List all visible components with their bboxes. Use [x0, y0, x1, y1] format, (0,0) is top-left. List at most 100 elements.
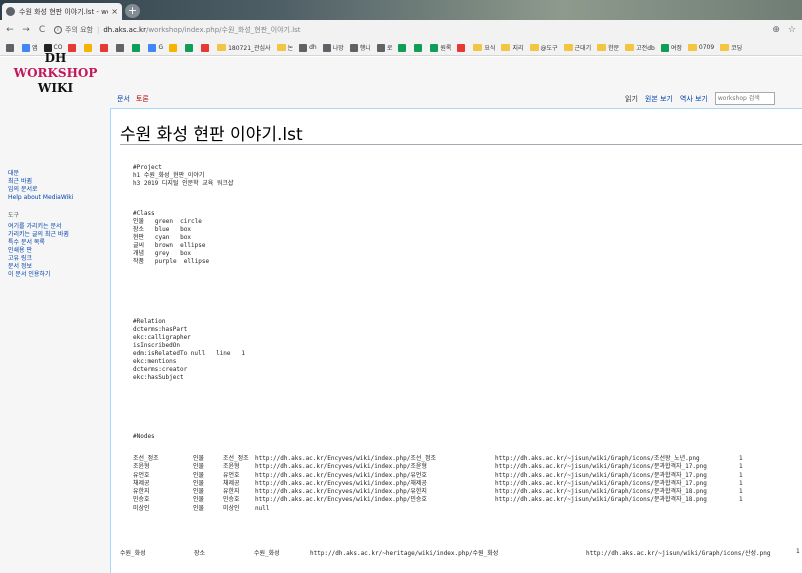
bookmark-label: CO	[53, 44, 63, 51]
bookmark-item[interactable]: 한문	[597, 43, 619, 52]
bookmark-item[interactable]: 원록	[430, 43, 451, 52]
reload-button[interactable]: C	[36, 25, 48, 35]
bookmark-label: 행니	[359, 45, 371, 52]
bookmark-item[interactable]: 논	[276, 43, 294, 52]
sidebar-item-random-page[interactable]: 임의 문서로	[8, 186, 108, 194]
bookmark-item[interactable]: 근대기	[563, 43, 591, 52]
forward-button[interactable]: →	[20, 25, 32, 35]
sidebar-item-permanent-link[interactable]: 고유 링크	[8, 255, 108, 263]
bookmark-item[interactable]	[414, 43, 424, 52]
node-icon-url: http://dh.aks.ac.kr/~jisun/wiki/Graph/ic…	[495, 471, 707, 479]
bookmark-item[interactable]: dh	[299, 43, 317, 52]
node-number: 1	[739, 471, 743, 479]
node-number: 1	[739, 455, 743, 462]
node-class: 인물	[193, 479, 205, 487]
bookmark-favicon-icon	[201, 43, 210, 52]
sidebar-item-main-page[interactable]: 대문	[8, 170, 108, 178]
node-class: 인물	[193, 496, 205, 504]
address-bar[interactable]: i 주의 요함 | dh.aks.ac.kr /workshop/index.p…	[54, 22, 772, 38]
bookmark-item[interactable]: 0709	[687, 44, 715, 51]
bookmark-label: 0709	[698, 44, 715, 51]
node-class: 인물	[193, 471, 205, 479]
sidebar-item-printable[interactable]: 인쇄용 판	[8, 247, 108, 255]
sidebar-tools-heading: 도구	[8, 212, 20, 219]
bookmark-item[interactable]	[201, 43, 211, 52]
logo-line-2: WORKSHOP	[13, 66, 98, 80]
sidebar-item-related-changes[interactable]: 가리키는 글의 최근 바뀜	[8, 231, 108, 239]
bookmark-item[interactable]: 여정	[660, 43, 682, 52]
bookmark-item[interactable]	[169, 43, 179, 52]
bookmark-favicon-icon	[116, 43, 125, 52]
folder-icon	[501, 44, 511, 51]
sidebar-item-page-info[interactable]: 문서 정보	[8, 263, 108, 271]
folder-icon	[217, 44, 227, 51]
logo-line-3: WIKI	[37, 81, 74, 95]
node-url: http://dh.aks.ac.kr/Encyves/wiki/index.p…	[255, 479, 427, 487]
tab-view-source[interactable]: 원본 보기	[645, 94, 673, 104]
node-label: 조윤형	[223, 463, 240, 471]
code-bottom-row: 수원_화성 장소 수원_화성 http://dh.aks.ac.kr/~heri…	[120, 548, 802, 558]
bookmark-label: 논	[287, 45, 294, 52]
bookmark-label: 한문	[608, 45, 620, 52]
bookmark-label: G	[158, 44, 164, 51]
tab-history[interactable]: 역사 보기	[680, 94, 708, 104]
bookmark-label: 180721_관심사	[228, 45, 271, 52]
folder-icon	[473, 44, 483, 51]
wiki-search-input[interactable]	[714, 92, 775, 105]
bookmark-item[interactable]	[398, 43, 408, 52]
view-tabs: 읽기 원본 보기 역사 보기	[625, 92, 775, 105]
node-icon-url: http://dh.aks.ac.kr/~jisun/wiki/Graph/ic…	[495, 496, 707, 504]
node-number: 1	[739, 479, 743, 487]
bookmark-label: dh	[309, 44, 317, 51]
bookmark-item[interactable]: 나망	[322, 43, 344, 52]
bookmark-item[interactable]: 180721_관심사	[217, 43, 271, 52]
bookmarks-bar: 앱 CO G 180721_관심사 논 dh 나망 행니 로 원록 요식 지리 @도구 근대기 한문 고전db…	[0, 40, 802, 56]
wiki-logo[interactable]: DH WORKSHOP WIKI	[8, 51, 103, 103]
bookmark-item[interactable]: 고전db	[625, 43, 655, 52]
tab-read[interactable]: 읽기	[625, 94, 638, 104]
bookmark-label: 나망	[332, 45, 344, 52]
zoom-icon[interactable]: ⊕	[772, 25, 780, 35]
browser-tab[interactable]: 수원 화성 현판 이야기.lst - work ×	[2, 3, 122, 20]
page-title: 수원 화성 현판 이야기.lst	[120, 125, 303, 145]
bookmark-item[interactable]: @도구	[529, 43, 558, 52]
bookmark-star-icon[interactable]: ☆	[788, 25, 796, 35]
tab-document[interactable]: 문서	[117, 94, 130, 104]
bookmark-item[interactable]	[132, 43, 142, 52]
new-tab-button[interactable]: +	[125, 4, 140, 18]
node-number: 1	[739, 463, 743, 471]
node-icon-url: http://dh.aks.ac.kr/~jisun/wiki/Graph/ic…	[495, 479, 707, 487]
bookmark-item[interactable]: 지리	[501, 43, 524, 52]
node-class: 인물	[193, 504, 205, 512]
bookmark-item[interactable]	[185, 43, 195, 52]
node-id: 미상인	[133, 504, 150, 512]
namespace-tabs: 문서 토론	[117, 94, 149, 104]
bookmark-item[interactable]: 행니	[349, 43, 371, 52]
tab-discussion[interactable]: 토론	[136, 94, 149, 104]
sidebar-item-help[interactable]: Help about MediaWiki	[8, 194, 108, 202]
bookmark-item[interactable]: 요식	[473, 43, 495, 52]
bookmark-item[interactable]: G	[148, 43, 164, 52]
node-number: 1	[739, 488, 743, 496]
node-number: 1	[796, 548, 800, 555]
info-icon[interactable]: i	[54, 26, 62, 34]
bookmark-label: 코딩	[731, 45, 743, 52]
bookmark-item[interactable]: 코딩	[720, 43, 742, 52]
folder-icon	[529, 44, 539, 51]
bookmark-item[interactable]	[457, 43, 467, 52]
node-icon-url: http://dh.aks.ac.kr/~jisun/wiki/Graph/ic…	[495, 463, 707, 471]
tab-close-icon[interactable]: ×	[111, 7, 118, 16]
node-id: 민승호	[133, 496, 150, 504]
sidebar-item-recent-changes[interactable]: 최근 바뀜	[8, 178, 108, 186]
bookmark-item[interactable]: 로	[376, 43, 392, 52]
sidebar-item-special-pages[interactable]: 특수 문서 목록	[8, 239, 108, 247]
back-button[interactable]: ←	[4, 25, 16, 35]
code-relation-block: #Relation dcterms:hasPart ekc:calligraph…	[133, 318, 245, 381]
bookmark-item[interactable]	[116, 43, 126, 52]
node-class: 장소	[194, 550, 206, 557]
bookmark-favicon-icon	[299, 43, 308, 52]
bookmark-favicon-icon	[414, 43, 423, 52]
sidebar-item-what-links-here[interactable]: 여기를 가리키는 문서	[8, 223, 108, 231]
sidebar-item-cite[interactable]: 이 문서 인용하기	[8, 271, 108, 279]
url-host: dh.aks.ac.kr	[103, 26, 146, 34]
